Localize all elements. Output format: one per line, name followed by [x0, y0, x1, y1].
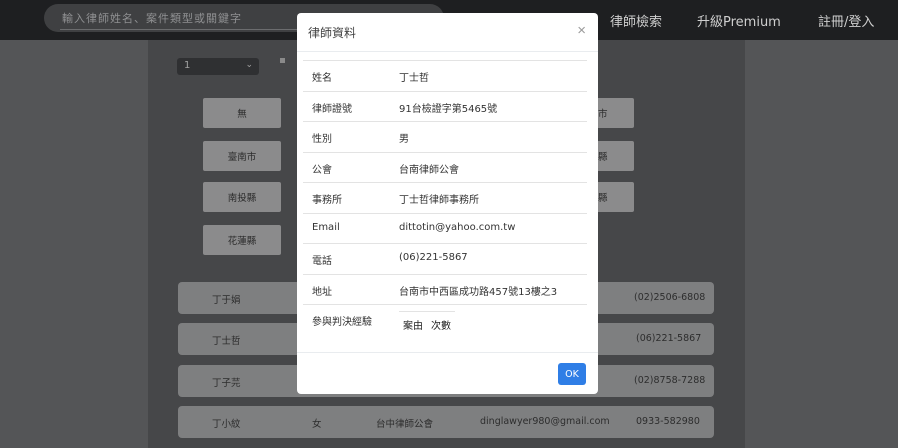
modal-header: 律師資料 × [297, 13, 598, 52]
row-name: 丁于娟 [212, 295, 241, 306]
info-row-email: Email dittotin@yahoo.com.tw [303, 212, 587, 244]
cases-col-count: 次數 [431, 321, 451, 332]
region-button[interactable]: 臺南市 [203, 141, 281, 171]
nav-premium[interactable]: 升級Premium [697, 11, 781, 30]
row-name: 丁小紋 [212, 419, 241, 430]
row-gender: 女 [312, 419, 322, 430]
info-value: 男 [399, 134, 409, 145]
row-name: 丁子芫 [212, 378, 241, 389]
row-phone: (06)221-5867 [636, 333, 702, 344]
region-button[interactable]: 南投縣 [203, 182, 281, 212]
info-label: 姓名 [312, 73, 332, 84]
lawyer-info-modal: 律師資料 × 姓名 丁士哲 律師證號 91台檢證字第5465號 性別 男 公會 … [297, 13, 598, 394]
region-button[interactable]: 無 [203, 98, 281, 128]
info-label: 電話 [312, 256, 332, 267]
info-value: 丁士哲 [399, 73, 429, 84]
info-row-phone: 電話 (06)221-5867 [303, 243, 587, 274]
nav-lawyer-search[interactable]: 律師檢索 [610, 11, 662, 30]
info-row-name: 姓名 丁士哲 [303, 60, 587, 91]
region-button[interactable]: 縣 [594, 141, 634, 171]
nav-login[interactable]: 註冊/登入 [818, 11, 874, 30]
modal-footer: OK [297, 352, 598, 395]
info-value: 91台檢證字第5465號 [399, 103, 498, 115]
info-row-association: 公會 台南律師公會 [303, 151, 587, 183]
region-button[interactable]: 花蓮縣 [203, 225, 281, 255]
info-row-firm: 事務所 丁士哲律師事務所 [303, 182, 587, 213]
info-label: Email [312, 221, 340, 233]
chevron-down-icon: ⌄ [245, 60, 253, 70]
row-name: 丁士哲 [212, 336, 241, 347]
info-value: 台南市中西區成功路457號13樓之3 [399, 286, 558, 298]
row-association: 台中律師公會 [376, 419, 434, 430]
info-label: 事務所 [312, 195, 342, 206]
info-label: 地址 [312, 286, 332, 298]
page-select[interactable]: 1 ⌄ [177, 58, 259, 75]
info-value: dittotin@yahoo.com.tw [399, 221, 516, 233]
ok-button[interactable]: OK [558, 363, 586, 385]
info-label: 參與判決經驗 [312, 317, 372, 328]
info-row-license: 律師證號 91台檢證字第5465號 [303, 90, 587, 122]
lawyer-row[interactable]: 丁小紋 女 台中律師公會 dinglawyer980@gmail.com 093… [178, 406, 714, 438]
info-value: 台南律師公會 [399, 164, 459, 176]
close-button[interactable]: × [577, 22, 586, 40]
row-phone: (02)2506-6808 [634, 292, 706, 303]
lawyer-info-table: 姓名 丁士哲 律師證號 91台檢證字第5465號 性別 男 公會 台南律師公會 … [303, 60, 587, 345]
small-marker [280, 58, 285, 63]
info-value: 丁士哲律師事務所 [399, 195, 479, 206]
page-select-value: 1 [184, 60, 191, 71]
info-row-address: 地址 台南市中西區成功路457號13樓之3 [303, 273, 587, 305]
row-phone: 0933-582980 [636, 416, 700, 427]
info-row-cases: 參與判決經驗 案由 次數 [303, 304, 587, 345]
cases-table: 案由 次數 [399, 311, 455, 332]
row-phone: (02)8758-7288 [634, 375, 706, 386]
info-row-gender: 性別 男 [303, 121, 587, 152]
row-email: dinglawyer980@gmail.com [480, 416, 610, 427]
info-value: (06)221-5867 [399, 252, 468, 263]
region-button[interactable]: 縣 [594, 182, 634, 212]
cases-col-reason: 案由 [403, 321, 423, 332]
modal-title: 律師資料 [308, 26, 357, 40]
info-label: 公會 [312, 164, 332, 176]
region-button[interactable]: 市 [594, 98, 634, 128]
info-label: 律師證號 [312, 103, 352, 115]
info-label: 性別 [312, 134, 332, 145]
